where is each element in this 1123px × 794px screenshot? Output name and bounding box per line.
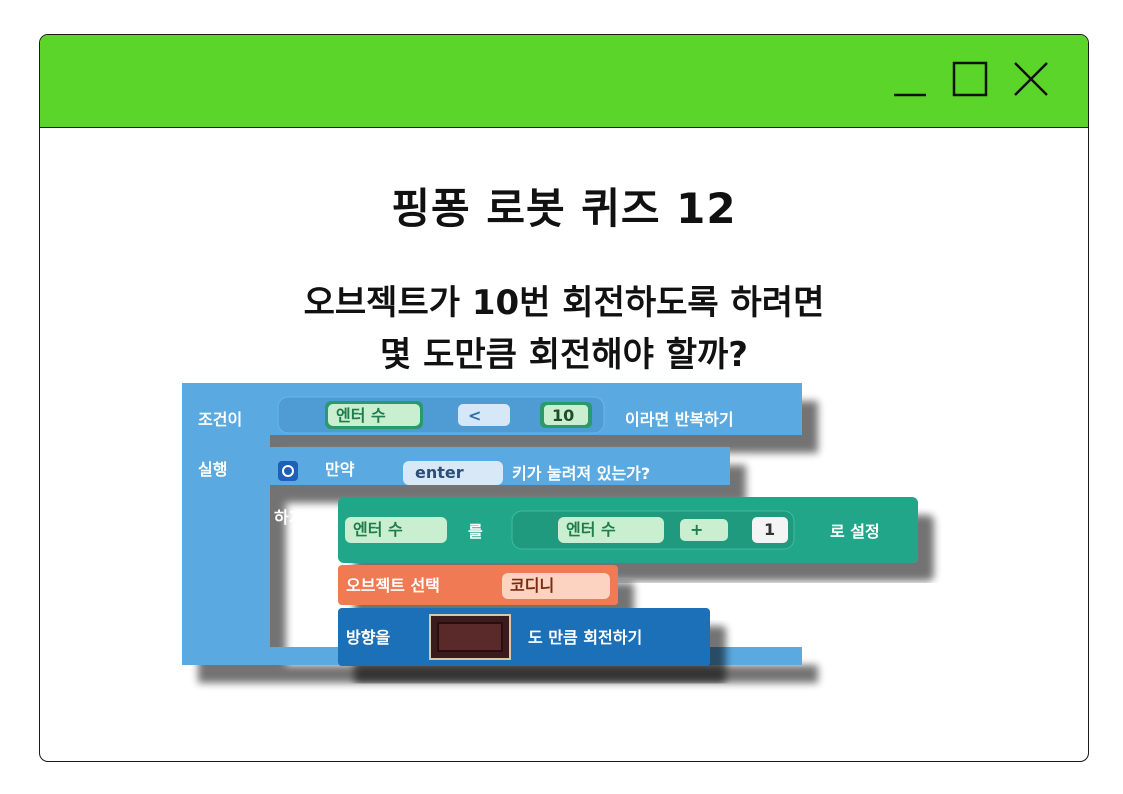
repeat-value: 10 (552, 406, 574, 425)
rotate-end-label: 도 만큼 회전하기 (528, 628, 642, 647)
expr-operator-chip[interactable] (680, 519, 728, 541)
operator-chip[interactable] (458, 404, 510, 426)
repeat-condition-label: 조건이 (198, 410, 242, 429)
set-variable: 엔터 수 (353, 520, 403, 539)
set-to-label: 를 (468, 522, 483, 541)
if-condition-label: 키가 눌려져 있는가? (512, 464, 650, 483)
repeat-run-label: 실행 (198, 460, 227, 479)
select-object-name: 코디니 (510, 576, 554, 595)
code-blocks-image: 조건이 실행 엔터 수 < 10 이라면 반복하기 만약 enter 키가 눌려… (182, 383, 918, 666)
expr-value: 1 (764, 520, 775, 539)
expr-operator: + (690, 520, 703, 539)
repeat-variable: 엔터 수 (336, 406, 386, 425)
expr-variable: 엔터 수 (566, 520, 616, 539)
repeat-operator: < (468, 406, 481, 425)
repeat-then-label: 이라면 반복하기 (625, 410, 734, 429)
select-object-label: 오브젝트 선택 (346, 576, 440, 595)
gear-icon (278, 461, 298, 481)
rotate-block[interactable] (338, 608, 710, 666)
rotate-direction-label: 방향을 (346, 628, 390, 647)
set-end-label: 로 설정 (830, 522, 880, 541)
app-window: 핑퐁 로봇 퀴즈 12 오브젝트가 10번 회전하도록 하려면 몇 도만큼 회전… (39, 34, 1089, 762)
if-do-label: 하기 (274, 508, 303, 527)
if-label: 만약 (325, 460, 355, 479)
if-key: enter (415, 463, 464, 482)
